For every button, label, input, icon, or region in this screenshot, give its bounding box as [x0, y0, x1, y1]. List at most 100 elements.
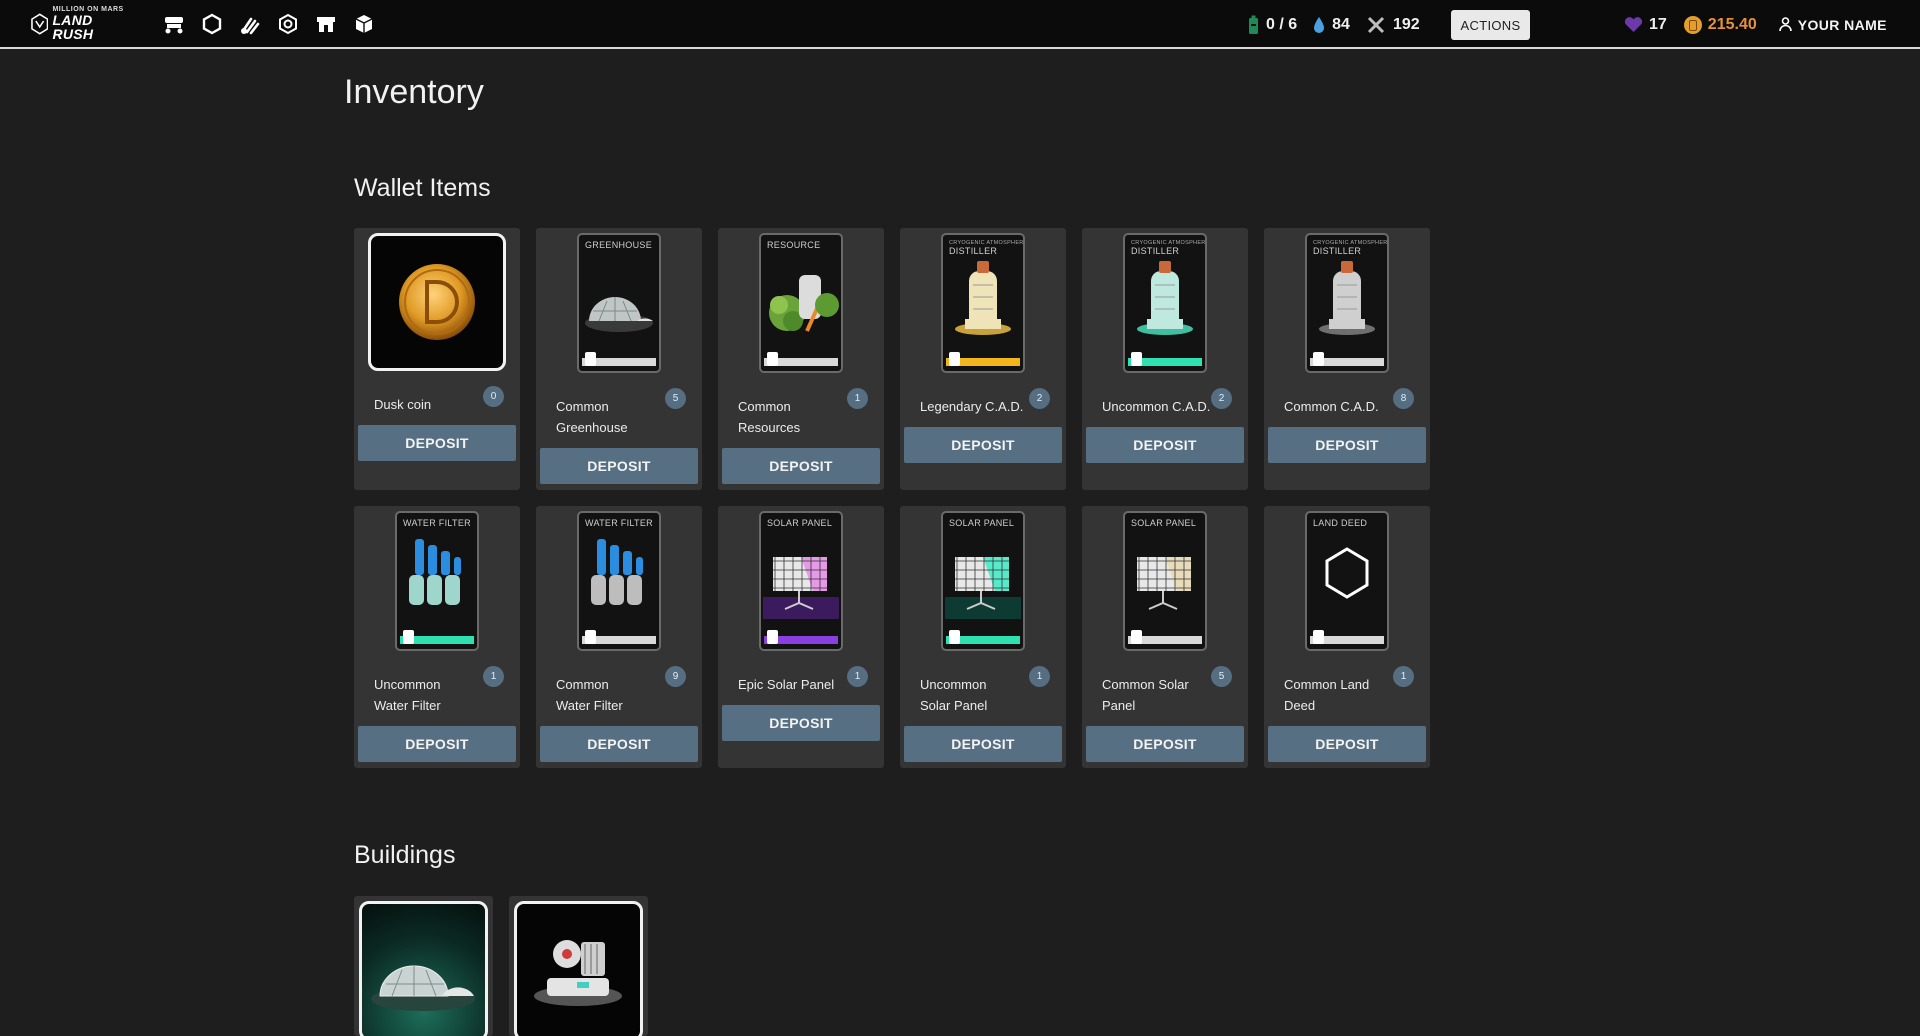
filter-art	[409, 539, 461, 605]
claw-icon[interactable]	[237, 11, 263, 37]
card-title-label: CRYOGENIC ATMOSPHERIC DISTILLER	[1131, 240, 1207, 256]
rarity-strip	[764, 630, 838, 644]
rarity-strip	[1128, 630, 1202, 644]
deposit-button[interactable]: DEPOSIT	[1086, 427, 1244, 463]
battery-icon	[1249, 15, 1258, 34]
distiller-building-image	[514, 901, 643, 1036]
building-card-distiller[interactable]	[509, 896, 648, 1036]
card-title-label: LAND DEED	[1313, 518, 1368, 528]
cube-icon[interactable]	[351, 11, 377, 37]
deposit-button[interactable]: DEPOSIT	[722, 448, 880, 484]
tools-icon	[1367, 16, 1384, 33]
wallet-item-card: CRYOGENIC ATMOSPHERIC DISTILLER Common C.A…	[1264, 228, 1430, 490]
actions-button[interactable]: ACTIONS	[1451, 10, 1530, 40]
card-title-label: SOLAR PANEL	[1131, 518, 1197, 528]
land-rush-logo[interactable]: MILLION ON MARS LAND RUSH	[31, 6, 135, 41]
card-title-label: SOLAR PANEL	[949, 518, 1015, 528]
item-count-badge: 8	[1393, 388, 1414, 409]
filter-card-image: WATER FILTER	[395, 511, 479, 651]
card-title-label: WATER FILTER	[585, 518, 653, 528]
user-menu[interactable]: YOUR NAME	[1778, 16, 1887, 33]
solar-art	[945, 557, 1021, 619]
wallet-item-card: CRYOGENIC ATMOSPHERIC DISTILLER Uncommon C…	[1082, 228, 1248, 490]
item-count-badge: 1	[847, 666, 868, 687]
wallet-item-card: CRYOGENIC ATMOSPHERIC DISTILLER Legendary …	[900, 228, 1066, 490]
wallet-item-card: RESOURCE Common Resources 1 DEPOSIT	[718, 228, 884, 490]
deed-art	[1325, 547, 1369, 599]
tools-value: 192	[1392, 15, 1420, 33]
water-stat: 84	[1313, 16, 1350, 34]
store-icon[interactable]	[313, 11, 339, 37]
distiller-card-image: CRYOGENIC ATMOSPHERIC DISTILLER	[941, 233, 1025, 373]
item-count-badge: 1	[483, 666, 504, 687]
user-icon	[1778, 17, 1792, 32]
gems-stat: 17	[1624, 16, 1667, 34]
item-name: Legendary C.A.D.	[920, 399, 1024, 414]
deposit-button[interactable]: DEPOSIT	[540, 726, 698, 762]
purple-heart-icon	[1624, 16, 1643, 32]
wallet-section-title: Wallet Items	[354, 174, 491, 202]
gems-value: 17	[1649, 15, 1667, 33]
item-count-badge: 5	[665, 388, 686, 409]
wallet-item-card: WATER FILTER Uncommon Water Filter 1 DEPOSI…	[354, 506, 520, 768]
filter-card-image: WATER FILTER	[577, 511, 661, 651]
greenhouse-building-image	[359, 901, 488, 1036]
solar-card-image: SOLAR PANEL	[1123, 511, 1207, 651]
deposit-button[interactable]: DEPOSIT	[904, 726, 1062, 762]
deposit-button[interactable]: DEPOSIT	[904, 427, 1062, 463]
item-count-badge: 1	[847, 388, 868, 409]
page-title: Inventory	[344, 73, 484, 111]
deposit-button[interactable]: DEPOSIT	[358, 726, 516, 762]
wallet-item-card: GREENHOUSE Common Greenhouse 5 DEPOSIT	[536, 228, 702, 490]
item-name: Common Solar Panel	[1102, 677, 1189, 713]
card-title-label: CRYOGENIC ATMOSPHERIC DISTILLER	[949, 240, 1025, 256]
item-count-badge: 0	[483, 386, 504, 407]
item-name: Dusk coin	[374, 397, 432, 412]
building-card-greenhouse[interactable]	[354, 896, 493, 1036]
solar-card-image: SOLAR PANEL	[941, 511, 1025, 651]
deposit-button[interactable]: DEPOSIT	[1268, 726, 1426, 762]
tools-stat: 192	[1366, 15, 1420, 35]
wallet-item-card: SOLAR PANEL Uncommon Solar Panel 1 DEPOSIT	[900, 506, 1066, 768]
energy-stat: 0 / 6	[1248, 15, 1297, 35]
item-name: Uncommon Solar Panel	[920, 677, 988, 713]
solar-art	[763, 557, 839, 619]
rarity-strip	[764, 352, 838, 366]
wallet-items-grid: Dusk coin 0 DEPOSIT GREENHOUSE Common Greenh…	[354, 228, 1430, 768]
deposit-button[interactable]: DEPOSIT	[358, 425, 516, 461]
gear-hex-icon[interactable]	[275, 11, 301, 37]
solar-art	[1137, 557, 1191, 610]
top-bar: MILLION ON MARS LAND RUSH 0 / 6 84 192 A…	[0, 0, 1920, 49]
item-count-badge: 5	[1211, 666, 1232, 687]
item-count-badge: 1	[1393, 666, 1414, 687]
resource-card-image: RESOURCE	[759, 233, 843, 373]
deposit-button[interactable]: DEPOSIT	[722, 705, 880, 741]
item-name: Common Land Deed	[1284, 677, 1370, 713]
item-count-badge: 2	[1029, 388, 1050, 409]
deposit-button[interactable]: DEPOSIT	[1086, 726, 1244, 762]
user-name: YOUR NAME	[1797, 16, 1887, 33]
item-name: Uncommon C.A.D.	[1102, 399, 1211, 414]
card-title-label: GREENHOUSE	[585, 240, 653, 250]
coins-stat: 215.40	[1683, 15, 1757, 34]
card-title-label: CRYOGENIC ATMOSPHERIC DISTILLER	[1313, 240, 1389, 256]
rover-icon[interactable]	[161, 11, 187, 37]
rarity-strip	[946, 630, 1020, 644]
item-name: Epic Solar Panel	[738, 677, 835, 692]
card-title-label: SOLAR PANEL	[767, 518, 833, 528]
item-name: Common Resources	[738, 399, 801, 435]
wallet-item-card: Dusk coin 0 DEPOSIT	[354, 228, 520, 490]
buildings-section-title: Buildings	[354, 841, 456, 869]
wallet-item-card: LAND DEED Common Land Deed 1 DEPOSIT	[1264, 506, 1430, 768]
coin-icon	[1683, 15, 1702, 34]
wallet-item-card: SOLAR PANEL Epic Solar Panel 1 DEPOSIT	[718, 506, 884, 768]
deposit-button[interactable]: DEPOSIT	[1268, 427, 1426, 463]
solar-card-image: SOLAR PANEL	[759, 511, 843, 651]
distiller-card-image: CRYOGENIC ATMOSPHERIC DISTILLER	[1305, 233, 1389, 373]
hexagon-icon[interactable]	[199, 11, 225, 37]
rarity-strip	[1128, 352, 1202, 366]
water-value: 84	[1332, 15, 1350, 33]
item-name: Common Water Filter	[556, 677, 623, 713]
deposit-button[interactable]: DEPOSIT	[540, 448, 698, 484]
logo-mark-icon	[31, 12, 49, 35]
